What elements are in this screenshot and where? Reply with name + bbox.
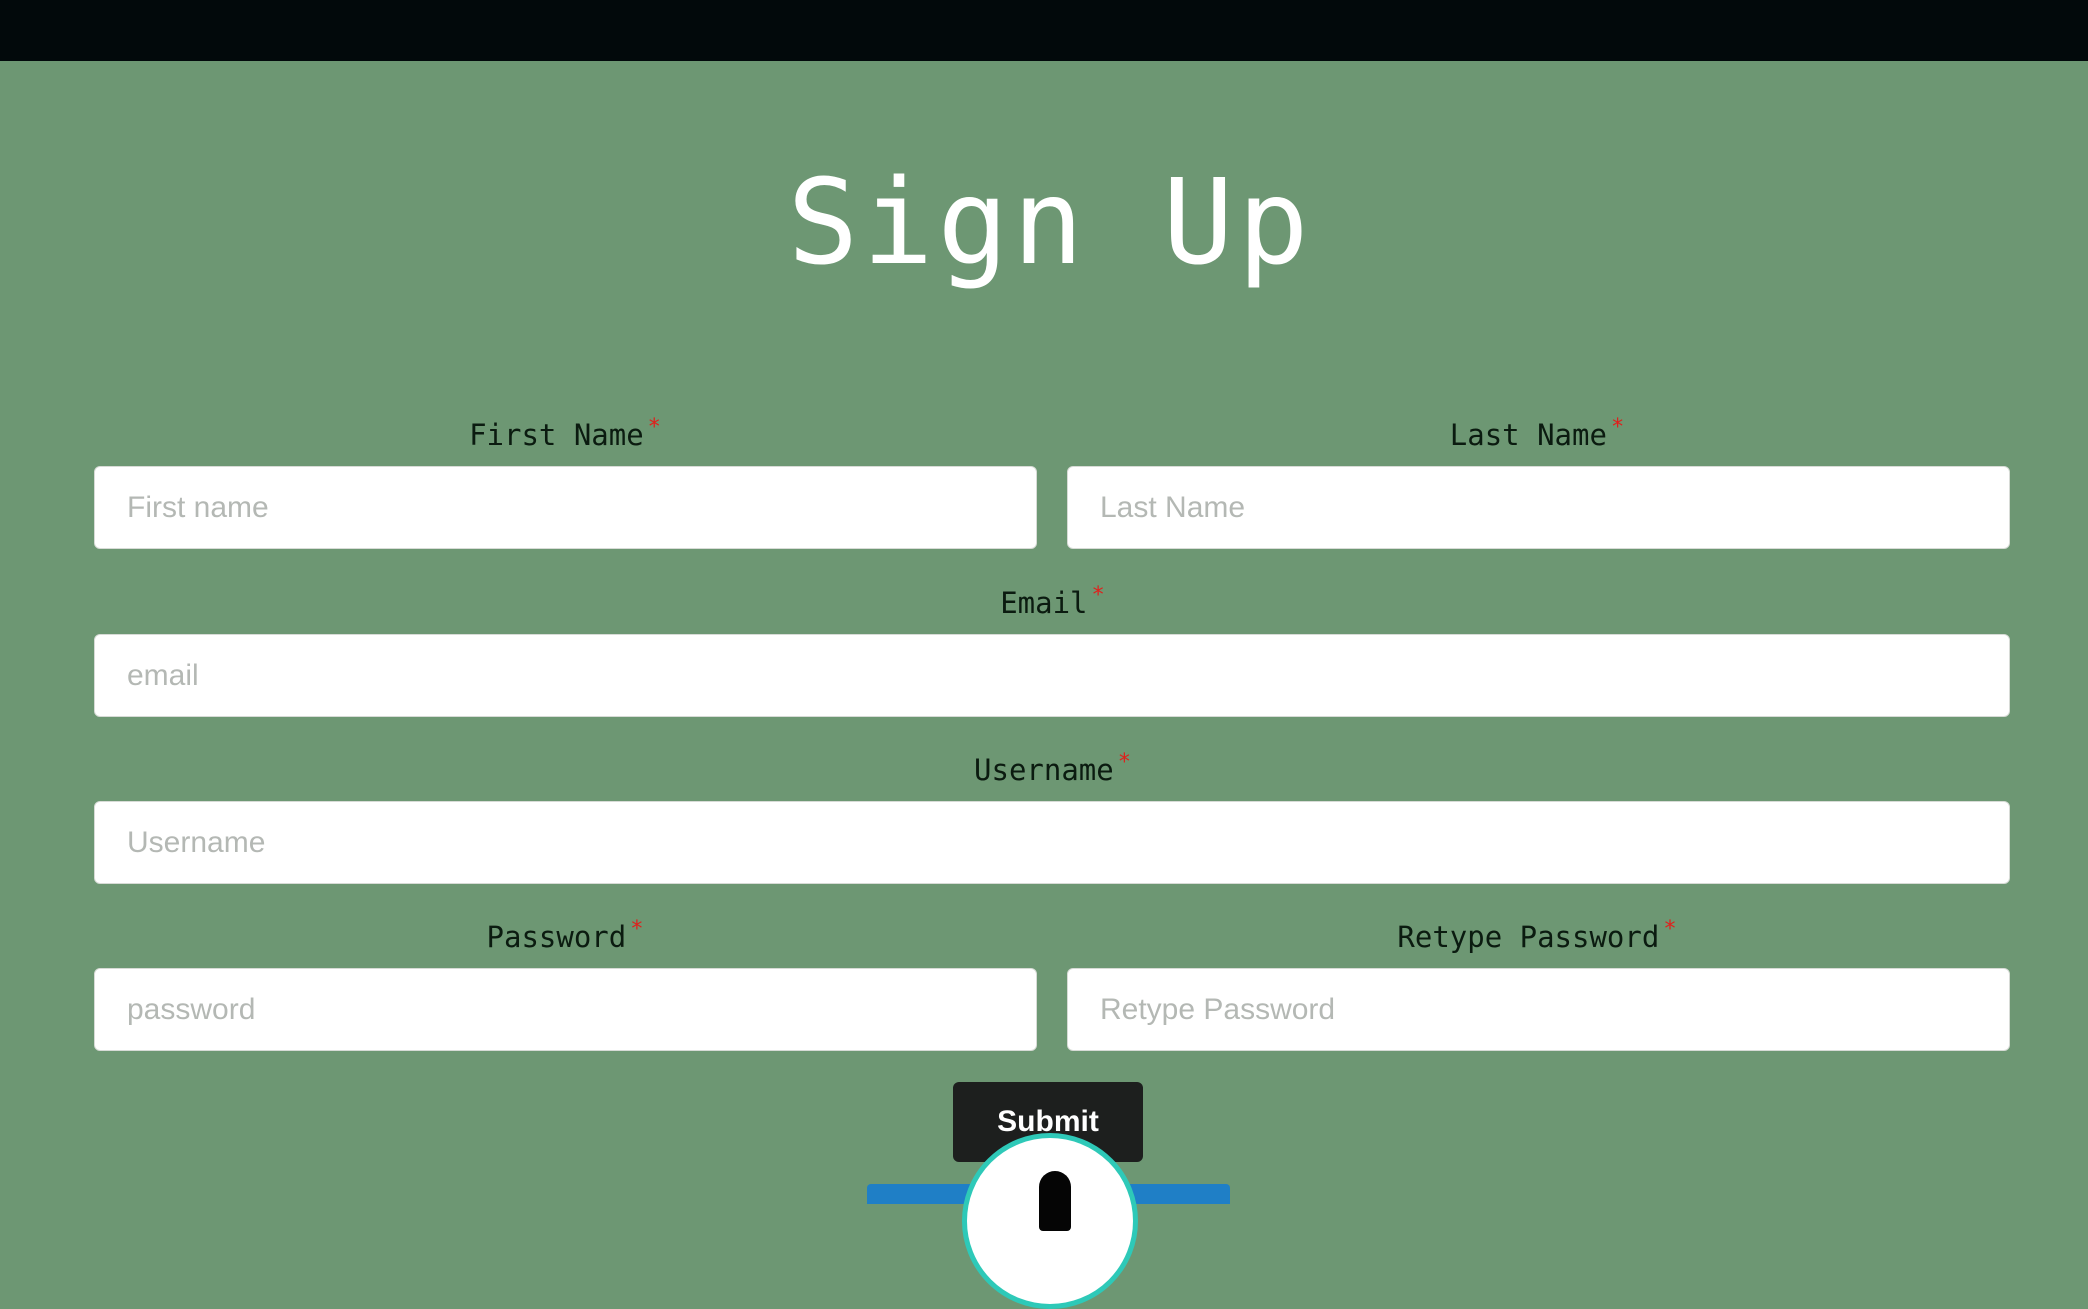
- last-name-label-text: Last Name: [1449, 418, 1607, 452]
- first-name-label: First Name *: [95, 417, 1035, 452]
- required-marker: *: [1610, 415, 1625, 440]
- required-marker: *: [630, 917, 644, 942]
- last-name-label: Last Name *: [1067, 417, 2007, 452]
- retype-password-input[interactable]: [1067, 968, 2010, 1051]
- password-label-text: Password: [486, 920, 627, 954]
- first-name-input[interactable]: [94, 466, 1037, 549]
- retype-password-label-text: Retype Password: [1397, 920, 1660, 954]
- required-marker: *: [1663, 917, 1677, 942]
- username-input[interactable]: [94, 801, 2010, 884]
- alert-avatar-icon: [1039, 1171, 1071, 1231]
- password-label: Password *: [95, 919, 1035, 954]
- email-label-text: Email: [1000, 586, 1088, 620]
- username-label-text: Username: [974, 753, 1114, 787]
- page-title: Sign Up: [787, 153, 1313, 291]
- last-name-input[interactable]: [1067, 466, 2010, 549]
- alert-avatar-button[interactable]: [962, 1133, 1138, 1309]
- required-marker: *: [1091, 583, 1105, 608]
- required-marker: *: [1117, 750, 1131, 775]
- top-bar: [0, 0, 2088, 61]
- first-name-label-text: First Name: [469, 418, 644, 452]
- username-label: Username *: [95, 752, 2010, 787]
- email-label: Email *: [95, 585, 2010, 620]
- retype-password-label: Retype Password *: [1067, 919, 2007, 954]
- password-input[interactable]: [94, 968, 1037, 1051]
- required-marker: *: [647, 415, 661, 440]
- email-input[interactable]: [94, 634, 2010, 717]
